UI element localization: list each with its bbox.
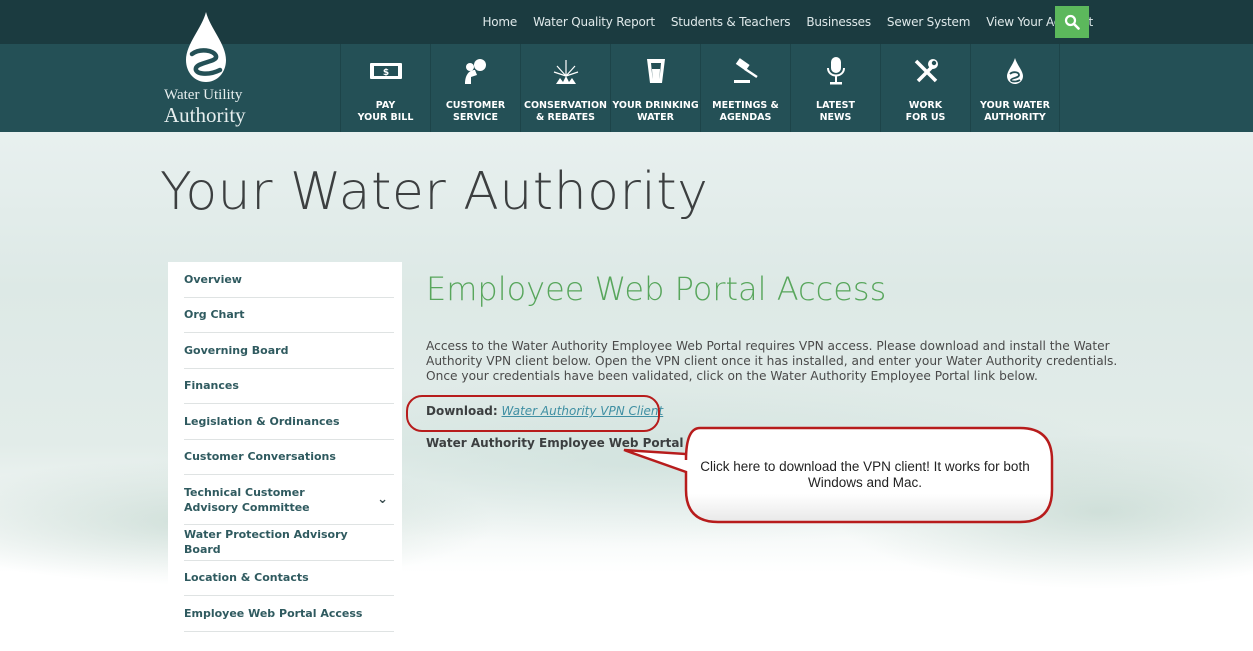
sidebar-item-technical-customer-advisory-committee[interactable]: Technical Customer Advisory Committee ⌄ xyxy=(184,475,394,525)
logo-drop-icon xyxy=(186,12,226,82)
logo-line-2: Authority xyxy=(164,103,246,127)
sidebar-item-label: Location & Contacts xyxy=(184,571,309,585)
annotation-callout-text: Click here to download the VPN client! I… xyxy=(700,459,1030,490)
nav-conservation-rebates-label: CONSERVATION & REBATES xyxy=(523,100,607,123)
search-icon xyxy=(1064,14,1080,30)
intro-paragraph: Access to the Water Authority Employee W… xyxy=(426,339,1118,383)
top-nav: Home Water Quality Report Students & Tea… xyxy=(466,0,1093,44)
sidebar-item-label: Finances xyxy=(184,379,239,393)
sidebar-item-governing-board[interactable]: Governing Board xyxy=(184,333,394,369)
nav-conservation-rebates[interactable]: CONSERVATION & REBATES xyxy=(520,44,610,132)
sidebar: Overview Org Chart Governing Board Finan… xyxy=(168,262,402,651)
nav-meetings-agendas-label: MEETINGS & AGENDAS xyxy=(712,100,779,123)
sidebar-item-label: Governing Board xyxy=(184,343,289,357)
sidebar-item-label: Water Protection Advisory Board xyxy=(184,528,348,557)
gavel-icon xyxy=(733,58,758,83)
tools-icon xyxy=(914,59,938,83)
sidebar-item-label: Employee Web Portal Access xyxy=(184,606,363,620)
sidebar-item-location-contacts[interactable]: Location & Contacts xyxy=(184,561,394,596)
sidebar-item-label: Org Chart xyxy=(184,308,245,322)
nav-latest-news-label: LATEST NEWS xyxy=(816,100,855,123)
nav-latest-news[interactable]: LATEST NEWS xyxy=(790,44,880,132)
logo[interactable]: Water Utility Authority xyxy=(160,0,340,132)
top-nav-home[interactable]: Home xyxy=(482,15,517,29)
nav-pay-your-bill[interactable]: $ PAY YOUR BILL xyxy=(340,44,430,132)
sidebar-item-legislation-ordinances[interactable]: Legislation & Ordinances xyxy=(184,404,394,440)
section-title: Employee Web Portal Access xyxy=(426,270,887,308)
sidebar-item-label: Legislation & Ordinances xyxy=(184,414,340,428)
search-button[interactable] xyxy=(1055,6,1089,38)
sidebar-item-label: Overview xyxy=(184,272,242,286)
logo-line-1: Water Utility xyxy=(164,87,243,103)
water-drop-icon xyxy=(1007,58,1023,84)
nav-pay-your-bill-label: PAY YOUR BILL xyxy=(357,100,414,123)
sidebar-item-label: Technical Customer Advisory Committee xyxy=(184,485,310,514)
sidebar-item-employee-web-portal-access[interactable]: Employee Web Portal Access xyxy=(184,596,394,632)
nav-your-drinking-water-label: YOUR DRINKING WATER xyxy=(612,100,699,123)
nav-meetings-agendas[interactable]: MEETINGS & AGENDAS xyxy=(700,44,790,132)
top-nav-water-quality-report[interactable]: Water Quality Report xyxy=(533,15,655,29)
sidebar-item-label: Customer Conversations xyxy=(184,450,336,464)
customer-service-icon xyxy=(464,59,486,84)
sidebar-item-overview[interactable]: Overview xyxy=(184,262,394,298)
svg-text:$: $ xyxy=(382,68,388,78)
nav-your-water-authority[interactable]: YOUR WATER AUTHORITY xyxy=(970,44,1060,132)
nav-your-water-authority-label: YOUR WATER AUTHORITY xyxy=(980,100,1050,123)
water-glass-icon xyxy=(646,59,665,83)
top-nav-sewer-system[interactable]: Sewer System xyxy=(887,15,970,29)
top-nav-students-teachers[interactable]: Students & Teachers xyxy=(671,15,791,29)
chevron-down-icon[interactable]: ⌄ xyxy=(377,492,388,507)
page-title: Your Water Authority xyxy=(160,162,709,222)
nav-customer-service-label: CUSTOMER SERVICE xyxy=(445,100,506,123)
sidebar-item-finances[interactable]: Finances xyxy=(184,369,394,404)
sprinkler-icon xyxy=(553,60,578,84)
sidebar-item-customer-conversations[interactable]: Customer Conversations xyxy=(184,440,394,475)
nav-customer-service[interactable]: CUSTOMER SERVICE xyxy=(430,44,520,132)
top-nav-businesses[interactable]: Businesses xyxy=(806,15,871,29)
microphone-icon xyxy=(826,57,845,85)
logo-text: Water Utility Authority xyxy=(164,88,246,126)
nav-your-drinking-water[interactable]: YOUR DRINKING WATER xyxy=(610,44,700,132)
money-icon: $ xyxy=(369,63,402,79)
nav-work-for-us-label: WORK FOR US xyxy=(905,100,946,123)
nav-work-for-us[interactable]: WORK FOR US xyxy=(880,44,970,132)
sidebar-item-water-protection-advisory-board[interactable]: Water Protection Advisory Board xyxy=(184,525,394,561)
sidebar-item-org-chart[interactable]: Org Chart xyxy=(184,298,394,333)
main-nav: $ PAY YOUR BILL CUSTOMER SERVICE CONSERV… xyxy=(340,44,1060,132)
